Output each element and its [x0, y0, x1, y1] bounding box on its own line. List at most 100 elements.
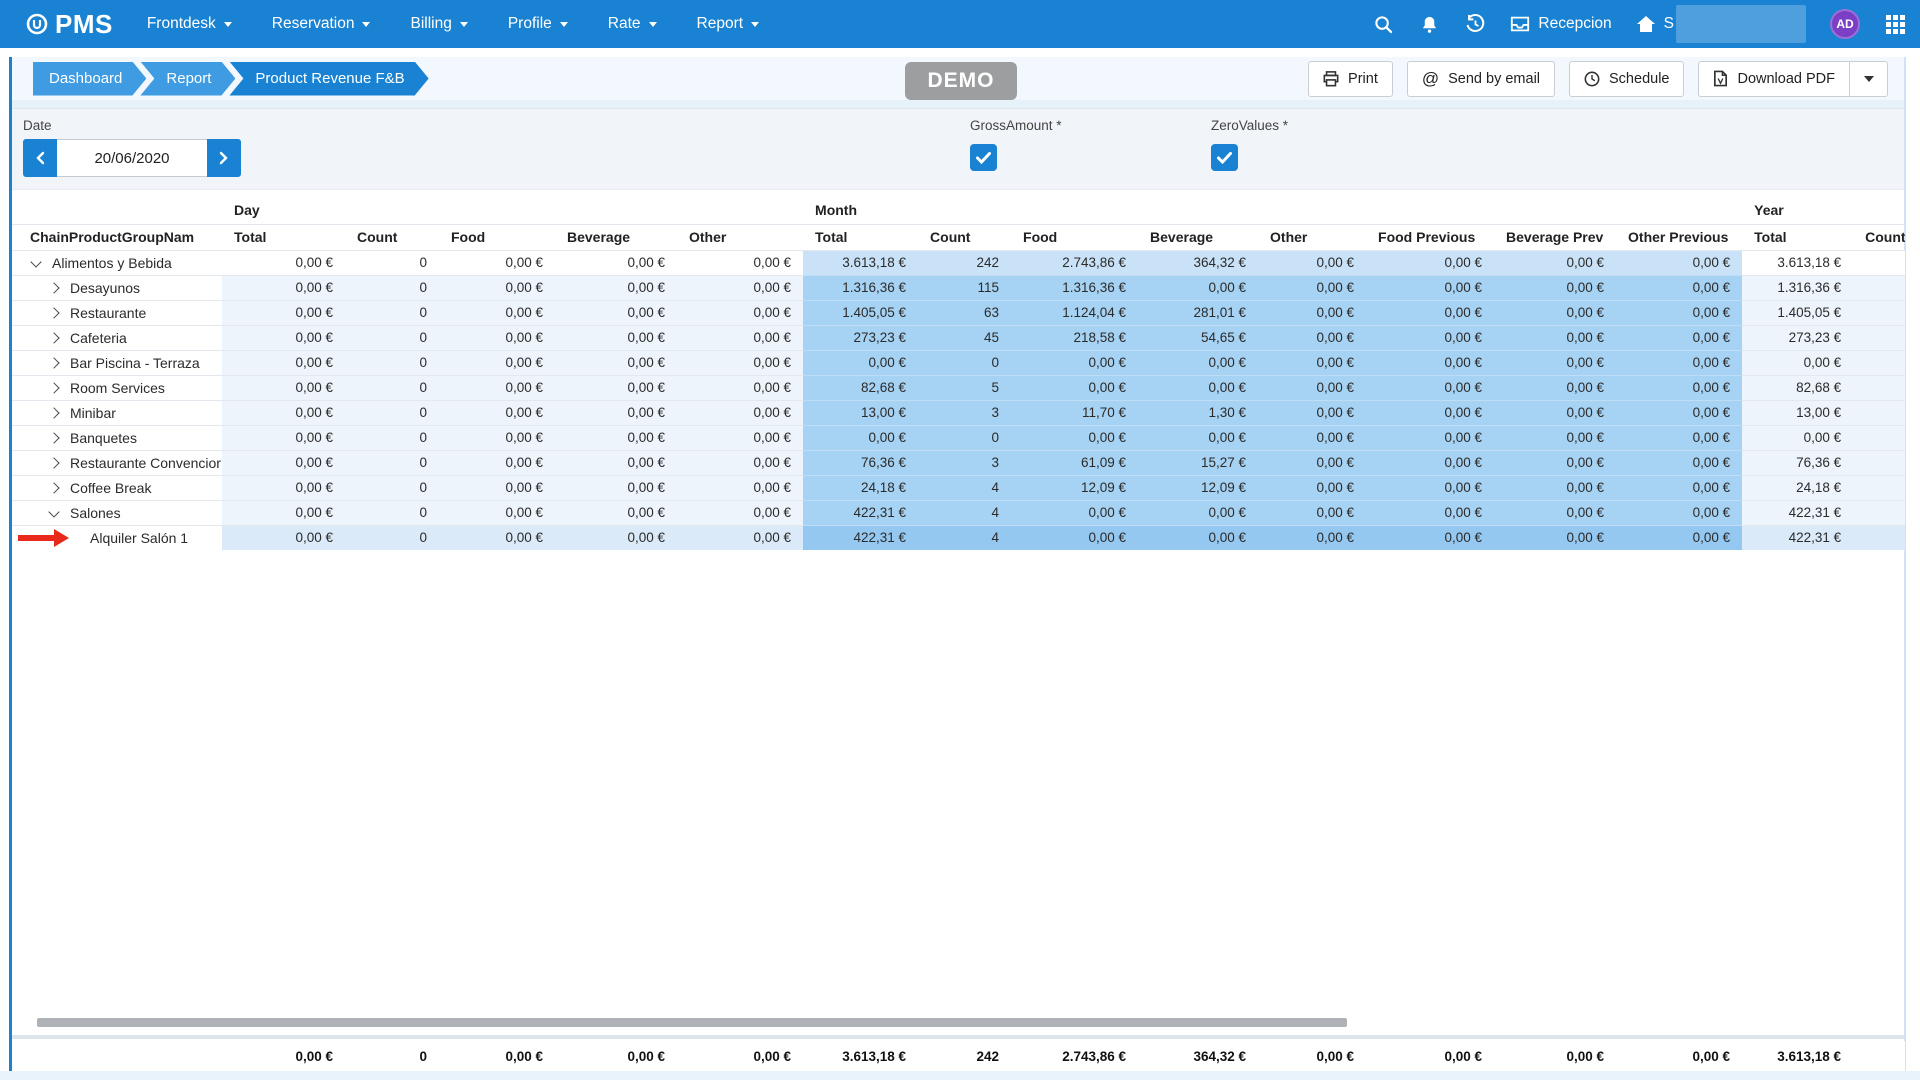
table-row[interactable]: Restaurante0,00 €00,00 €0,00 €0,00 €1.40… [12, 300, 1905, 325]
nav-billing[interactable]: Billing [410, 15, 467, 33]
expand-toggle-icon[interactable] [48, 282, 59, 293]
month-value-cell: 0,00 € [1011, 500, 1138, 525]
expand-toggle-icon[interactable] [48, 357, 59, 368]
expand-toggle-icon[interactable] [48, 382, 59, 393]
zero-values-checkbox[interactable] [1211, 144, 1238, 171]
month-value-cell: 242 [918, 250, 1011, 275]
month-value-cell: 0,00 € [1616, 400, 1742, 425]
month-value-cell: 0,00 € [1138, 500, 1258, 525]
download-options-button[interactable] [1850, 61, 1888, 97]
day-value-cell: 0 [345, 275, 439, 300]
table-row[interactable]: Minibar0,00 €00,00 €0,00 €0,00 €13,00 €3… [12, 400, 1905, 425]
month-value-cell: 0,00 € [1366, 300, 1494, 325]
send-email-label: Send by email [1448, 71, 1540, 87]
table-row[interactable]: Room Services0,00 €00,00 €0,00 €0,00 €82… [12, 375, 1905, 400]
day-value-cell: 0 [345, 475, 439, 500]
expand-toggle-icon[interactable] [48, 332, 59, 343]
table-row[interactable]: Restaurante Convencior0,00 €00,00 €0,00 … [12, 450, 1905, 475]
month-value-cell: 0,00 € [1616, 425, 1742, 450]
notifications-bell-icon[interactable] [1418, 13, 1440, 35]
apps-grid-icon[interactable] [1884, 13, 1906, 35]
month-value-cell: 0,00 € [1258, 375, 1366, 400]
date-input[interactable] [57, 139, 207, 177]
year-value-cell: 422,31 € [1742, 525, 1853, 550]
month-value-cell: 115 [918, 275, 1011, 300]
nav-report[interactable]: Report [697, 15, 760, 33]
table-row[interactable]: Desayunos0,00 €00,00 €0,00 €0,00 €1.316,… [12, 275, 1905, 300]
row-name-cell: Bar Piscina - Terraza [12, 350, 222, 375]
month-value-cell: 0,00 € [1366, 325, 1494, 350]
expand-toggle-icon[interactable] [48, 457, 59, 468]
collapse-toggle-icon[interactable] [48, 506, 59, 517]
table-row[interactable]: Banquetes0,00 €00,00 €0,00 €0,00 €0,00 €… [12, 425, 1905, 450]
horizontal-scrollbar-track [12, 1035, 1904, 1039]
date-previous-button[interactable] [23, 139, 57, 177]
col-header: Food [439, 224, 555, 250]
redaction-overlay [1676, 5, 1806, 43]
history-icon[interactable] [1464, 13, 1486, 35]
day-value-cell: 0,00 € [222, 525, 345, 550]
gross-amount-checkbox[interactable] [970, 144, 997, 171]
table-row[interactable]: Bar Piscina - Terraza0,00 €00,00 €0,00 €… [12, 350, 1905, 375]
breadcrumb-report[interactable]: Report [140, 62, 235, 96]
table-row[interactable]: Alimentos y Bebida0,00 €00,00 €0,00 €0,0… [12, 250, 1905, 275]
month-value-cell: 0,00 € [1258, 500, 1366, 525]
nav-label: Profile [508, 15, 552, 33]
day-value-cell: 0,00 € [555, 275, 677, 300]
table-row[interactable]: Alquiler Salón 10,00 €00,00 €0,00 €0,00 … [12, 525, 1905, 550]
row-label: Restaurante Convencior [70, 455, 221, 471]
table-row[interactable]: Cafeteria0,00 €00,00 €0,00 €0,00 €273,23… [12, 325, 1905, 350]
day-value-cell: 0,00 € [439, 525, 555, 550]
chevron-right-icon [219, 151, 229, 165]
send-by-email-button[interactable]: @ Send by email [1407, 61, 1555, 97]
pms-logo[interactable]: PMS [26, 9, 113, 40]
expand-toggle-icon[interactable] [48, 482, 59, 493]
expand-toggle-icon[interactable] [48, 307, 59, 318]
year-value-cell: 3.613,18 € [1742, 250, 1853, 275]
breadcrumb-current-page: Product Revenue F&B [229, 62, 428, 96]
date-next-button[interactable] [207, 139, 241, 177]
demo-badge: DEMO [905, 62, 1017, 100]
nav-reservation[interactable]: Reservation [272, 15, 371, 33]
expand-toggle-icon[interactable] [48, 407, 59, 418]
footer-month-total-cell: 2.743,86 € [1011, 1041, 1138, 1071]
table-row[interactable]: Salones0,00 €00,00 €0,00 €0,00 €422,31 €… [12, 500, 1905, 525]
row-label: Room Services [70, 380, 165, 396]
download-pdf-button[interactable]: Download PDF [1698, 61, 1850, 97]
month-value-cell: 0,00 € [1138, 350, 1258, 375]
day-value-cell: 0,00 € [555, 525, 677, 550]
horizontal-scrollbar-thumb[interactable] [37, 1018, 1347, 1027]
schedule-button[interactable]: Schedule [1569, 61, 1684, 97]
breadcrumb-dashboard[interactable]: Dashboard [33, 62, 146, 96]
inbox-icon [1510, 15, 1530, 33]
nav-frontdesk[interactable]: Frontdesk [147, 15, 232, 33]
collapse-toggle-icon[interactable] [30, 256, 41, 267]
report-table-container: Day Month Year ChainProductGroupNam Tota… [12, 196, 1905, 550]
month-value-cell: 0,00 € [1616, 250, 1742, 275]
year-value-cell [1853, 525, 1905, 550]
footer-day-total-cell: 0,00 € [555, 1041, 677, 1071]
year-value-cell: 1.316,36 € [1742, 275, 1853, 300]
table-row[interactable]: Coffee Break0,00 €00,00 €0,00 €0,00 €24,… [12, 475, 1905, 500]
row-label: Banquetes [70, 430, 137, 446]
expand-toggle-icon[interactable] [48, 432, 59, 443]
day-value-cell: 0,00 € [222, 350, 345, 375]
month-value-cell: 0,00 € [1494, 300, 1616, 325]
workspace-selector[interactable]: Recepcion [1510, 15, 1611, 33]
print-button[interactable]: Print [1308, 61, 1393, 97]
year-value-cell [1853, 375, 1905, 400]
row-name-cell: Cafeteria [12, 325, 222, 350]
nav-rate[interactable]: Rate [608, 15, 657, 33]
chevron-down-icon [560, 22, 568, 27]
col-header: Total [222, 224, 345, 250]
day-value-cell: 0,00 € [439, 500, 555, 525]
col-header: Other [1258, 224, 1366, 250]
nav-label: Reservation [272, 15, 355, 33]
avatar[interactable]: AD [1830, 9, 1860, 39]
nav-profile[interactable]: Profile [508, 15, 568, 33]
footer-day-total-cell: 0,00 € [439, 1041, 555, 1071]
property-selector[interactable]: S [1636, 5, 1806, 43]
month-value-cell: 0,00 € [1366, 400, 1494, 425]
pms-logo-icon [26, 13, 48, 35]
search-icon[interactable] [1372, 13, 1394, 35]
